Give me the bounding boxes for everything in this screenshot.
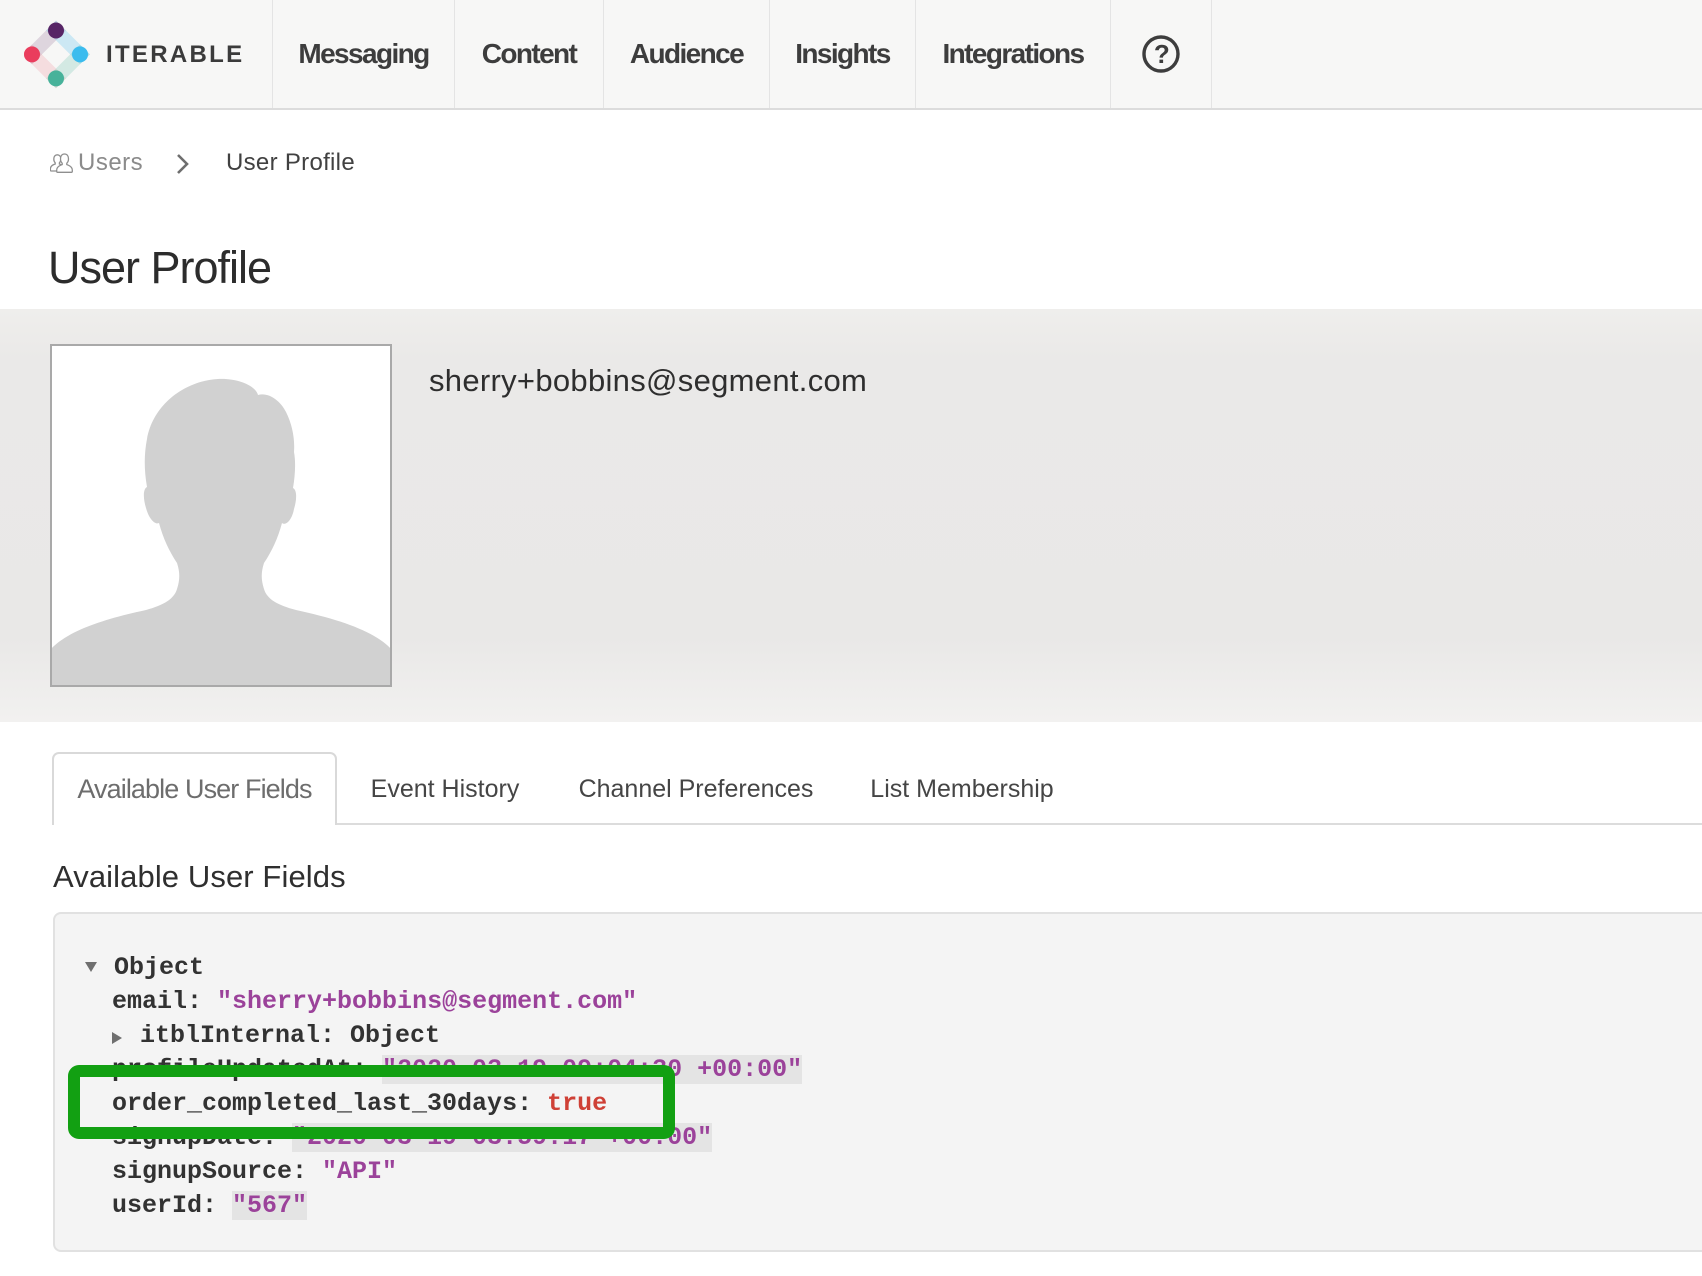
svg-text:?: ? [1154,39,1169,69]
